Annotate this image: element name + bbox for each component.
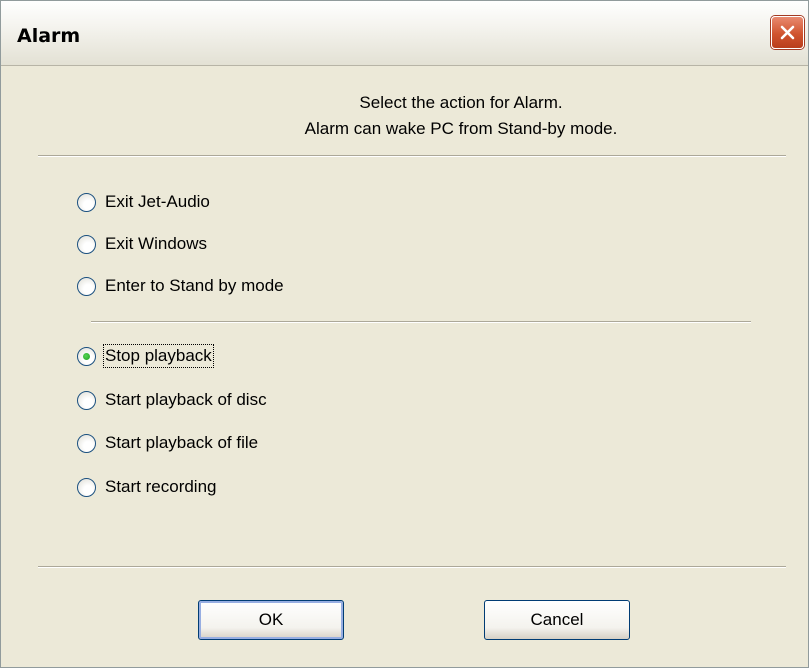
radio-start-playback-file[interactable]: Start playback of file [77,430,258,456]
prompt-line-1: Select the action for Alarm. [359,93,563,112]
radio-label: Stop playback [103,344,214,368]
radio-label: Exit Jet-Audio [105,192,210,211]
radio-stand-by[interactable]: Enter to Stand by mode [77,273,284,299]
radio-exit-windows[interactable]: Exit Windows [77,231,207,257]
radio-button-icon[interactable] [77,234,96,254]
radio-button-icon[interactable] [77,477,96,497]
alarm-dialog: Alarm Select the action for Alarm. Alarm… [0,0,809,668]
radio-label: Start playback of file [105,433,259,452]
radio-label: Exit Windows [105,234,208,253]
close-button[interactable] [771,16,804,49]
radio-button-checked-icon[interactable] [77,346,96,366]
radio-button-icon[interactable] [77,433,96,453]
ok-button[interactable]: OK [198,600,344,640]
radio-label: Start recording [105,477,217,496]
radio-label: Enter to Stand by mode [105,276,284,295]
radio-button-icon[interactable] [77,276,96,296]
top-divider [38,155,786,157]
radio-start-recording[interactable]: Start recording [77,474,217,500]
window-title: Alarm [17,25,81,47]
radio-start-playback-disc[interactable]: Start playback of disc [77,387,267,413]
close-icon [780,25,795,40]
radio-button-icon[interactable] [77,192,96,212]
radio-button-icon[interactable] [77,390,96,410]
radio-label: Start playback of disc [105,390,267,409]
radio-stop-playback[interactable]: Stop playback [77,343,214,369]
prompt-line-2: Alarm can wake PC from Stand-by mode. [304,119,618,138]
bottom-divider [38,566,786,568]
middle-divider [91,321,751,323]
cancel-button[interactable]: Cancel [484,600,630,640]
title-bar[interactable]: Alarm [1,1,808,66]
radio-exit-jetaudio[interactable]: Exit Jet-Audio [77,189,210,215]
